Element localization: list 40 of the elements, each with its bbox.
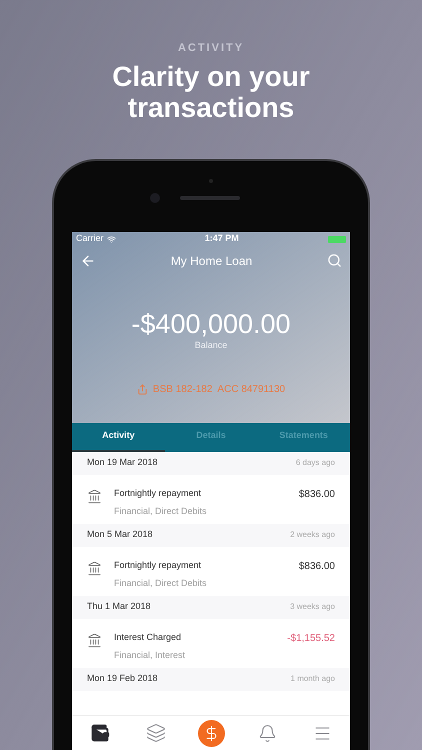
relative-time: 3 weeks ago	[290, 601, 335, 613]
transaction-amount: -$1,155.52	[287, 632, 335, 646]
camera-icon	[150, 192, 160, 202]
date-label: Mon 19 Mar 2018	[87, 456, 158, 470]
balance-label: Balance	[194, 338, 228, 352]
balance-amount: -$400,000.00	[131, 308, 291, 338]
screen-title: My Home Loan	[170, 252, 252, 270]
date-label: Mon 19 Feb 2018	[87, 672, 158, 686]
wallet-icon	[90, 723, 110, 743]
bank-icon	[87, 560, 102, 576]
bell-icon	[258, 724, 277, 742]
relative-time: 6 days ago	[296, 457, 335, 469]
headline: Clarity on your transactions	[111, 60, 311, 122]
back-button[interactable]	[80, 252, 96, 268]
cards-icon	[146, 723, 166, 743]
transaction-title: Interest Charged	[114, 630, 182, 644]
date-label: Mon 5 Mar 2018	[87, 528, 153, 542]
transaction-amount: $836.00	[298, 488, 335, 502]
bsb-number: BSB 182-182	[152, 383, 212, 397]
transaction-title: Fortnightly repayment	[114, 486, 202, 500]
bank-icon	[87, 632, 102, 648]
bank-icon	[87, 488, 102, 504]
transaction-category: Financial, Direct Debits	[114, 577, 208, 590]
transaction-category: Financial, Interest	[114, 649, 186, 662]
status-time: 1:47 PM	[204, 232, 239, 246]
relative-time: 1 month ago	[290, 673, 335, 685]
speaker-icon	[180, 196, 240, 200]
search-icon	[327, 253, 342, 268]
carrier-label: Carrier	[76, 232, 104, 246]
battery-icon	[328, 236, 346, 242]
pay-button[interactable]	[198, 720, 226, 746]
wifi-icon	[106, 234, 116, 244]
search-button[interactable]	[327, 253, 342, 268]
eyebrow-label: ACTIVITY	[178, 41, 244, 56]
account-number: ACC 84791130	[217, 383, 286, 397]
transaction-amount: $836.00	[298, 560, 335, 574]
relative-time: 2 weeks ago	[290, 529, 335, 541]
transaction-category: Financial, Direct Debits	[114, 505, 208, 518]
transaction-title: Fortnightly repayment	[114, 558, 202, 572]
date-label: Thu 1 Mar 2018	[87, 600, 151, 614]
